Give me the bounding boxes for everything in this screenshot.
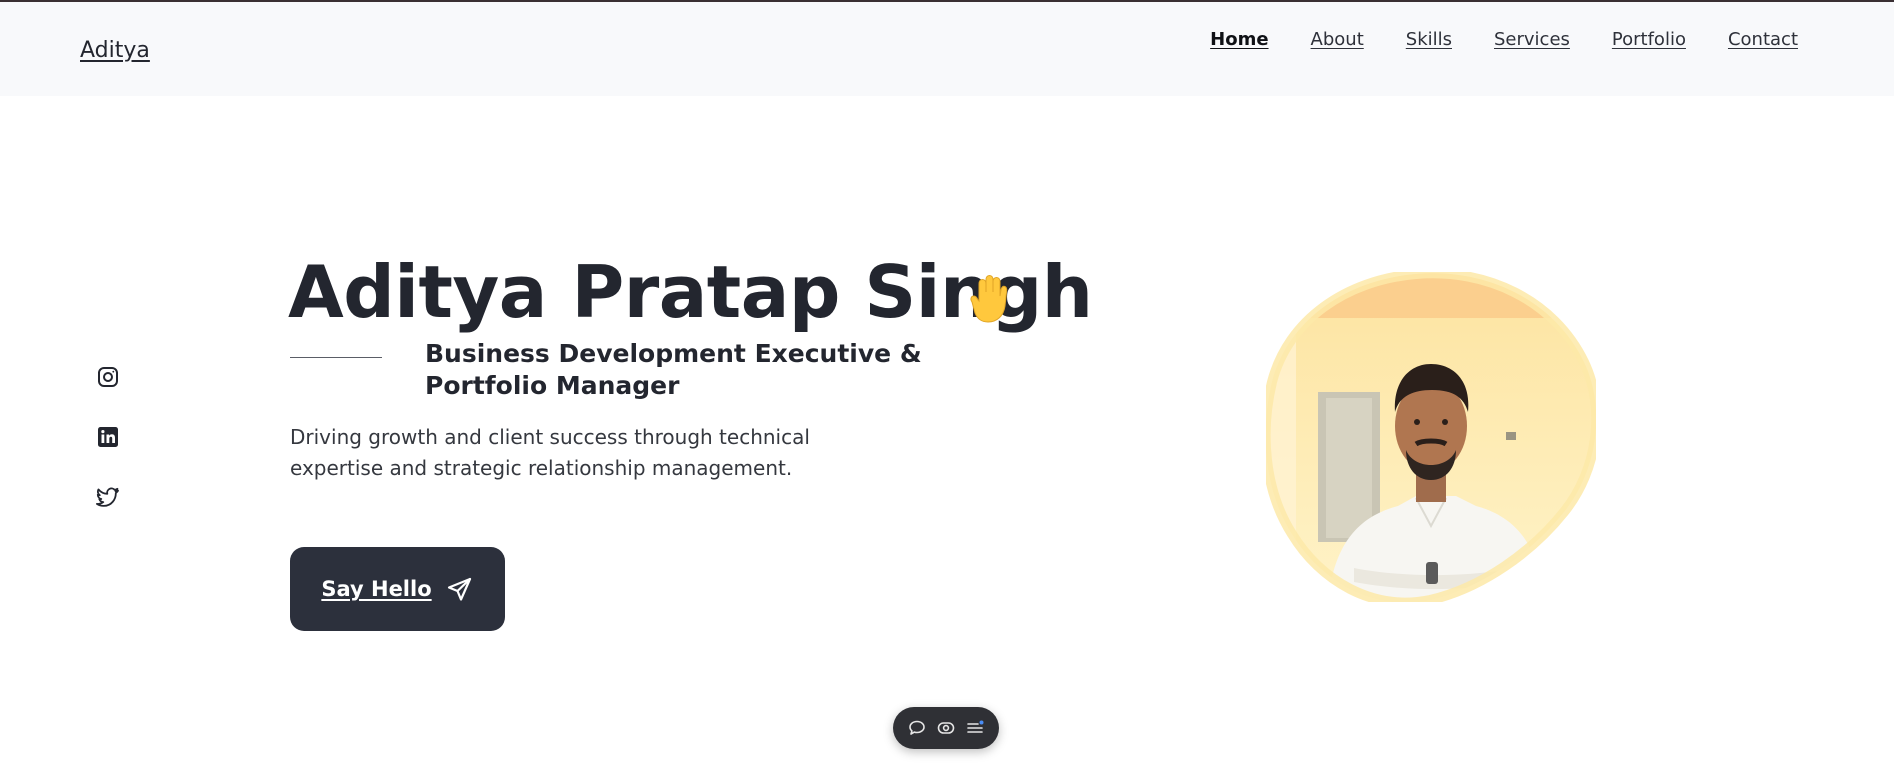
- hero-subtitle: Business Development Executive & Portfol…: [425, 339, 922, 400]
- floating-toolbar: [893, 707, 999, 749]
- say-hello-button[interactable]: Say Hello: [290, 547, 505, 631]
- site-header: Aditya Home About Skills Services Portfo…: [0, 2, 1894, 96]
- comment-icon[interactable]: [907, 718, 927, 738]
- twitter-icon[interactable]: [96, 485, 120, 509]
- waving-hand-icon: [958, 272, 1014, 328]
- instagram-icon[interactable]: [96, 365, 120, 389]
- nav-contact[interactable]: Contact: [1728, 29, 1798, 50]
- nav-skills[interactable]: Skills: [1406, 29, 1452, 50]
- linkedin-icon[interactable]: [96, 425, 120, 449]
- menu-icon[interactable]: [965, 718, 985, 738]
- main-nav: Home About Skills Services Portfolio Con…: [1210, 29, 1798, 50]
- send-icon: [446, 575, 474, 603]
- hero-description: Driving growth and client success throug…: [290, 425, 810, 480]
- eye-icon[interactable]: [936, 718, 956, 738]
- nav-portfolio[interactable]: Portfolio: [1612, 29, 1686, 50]
- logo-link[interactable]: Aditya: [80, 38, 150, 63]
- nav-home[interactable]: Home: [1210, 29, 1268, 50]
- profile-photo: [1260, 268, 1602, 608]
- say-hello-label: Say Hello: [321, 577, 432, 601]
- nav-about[interactable]: About: [1311, 29, 1364, 50]
- title-divider: [290, 357, 382, 358]
- social-links: [96, 365, 120, 509]
- nav-services[interactable]: Services: [1494, 29, 1570, 50]
